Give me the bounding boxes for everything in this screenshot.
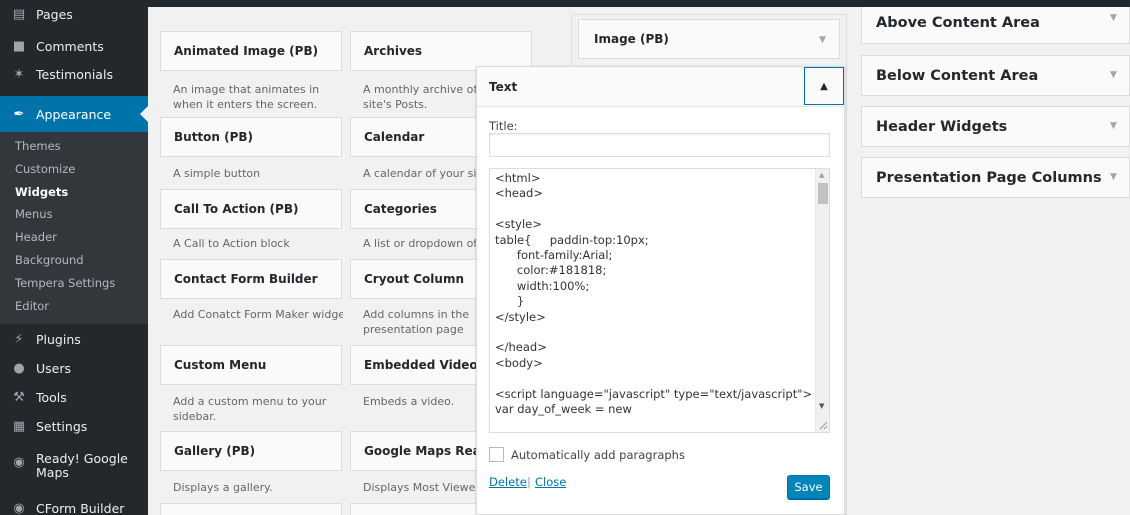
sidebar-item-label: Users — [36, 360, 72, 376]
widget-title: Archives — [364, 44, 423, 58]
pages-icon: ▤ — [12, 6, 26, 22]
widget-description: Add Conatct Form Maker widget. — [173, 308, 343, 321]
sidebar-title: Above Content Area — [876, 15, 1040, 31]
collapse-toggle-button[interactable]: ▲ — [804, 67, 844, 105]
close-link[interactable]: Close — [535, 475, 566, 489]
widget-next[interactable] — [160, 503, 342, 515]
submenu-item-widgets[interactable]: Widgets — [15, 185, 68, 199]
autop-checkbox[interactable] — [489, 447, 504, 462]
resize-grip-icon[interactable] — [818, 420, 828, 430]
scroll-up-icon[interactable]: ▲ — [819, 171, 824, 179]
widget-title: Custom Menu — [174, 358, 267, 372]
widget-title: Contact Form Builder — [174, 272, 318, 286]
submenu-item-themes[interactable]: Themes — [15, 139, 61, 153]
testimonials-icon: ✶ — [13, 66, 25, 82]
title-input[interactable] — [489, 133, 830, 157]
chevron-down-icon[interactable]: ▼ — [819, 35, 826, 45]
sidebar-item-label: Appearance — [36, 106, 112, 122]
chevron-down-icon[interactable]: ▼ — [1110, 121, 1117, 131]
tools-icon: ⚒ — [13, 389, 25, 405]
widget-title: Categories — [364, 202, 437, 216]
text-widget-panel: Text ▲ Title: <html> <head> <style> tabl… — [476, 66, 845, 515]
scroll-down-icon[interactable]: ▼ — [819, 402, 824, 410]
widget-description: An image that animates in when it enters… — [173, 83, 320, 111]
sidebar-presentation-page-columns[interactable]: Presentation Page Columns ▼ — [861, 157, 1130, 198]
widget-call-to-action[interactable]: Call To Action (PB) — [160, 189, 342, 229]
widget-description: A simple button — [173, 167, 261, 180]
text-widget-header[interactable]: Text ▲ — [477, 67, 844, 107]
submenu-item-tempera-settings[interactable]: Tempera Settings — [15, 276, 115, 290]
chevron-up-icon: ▲ — [820, 80, 828, 92]
widget-description: Add a custom menu to your sidebar. — [173, 395, 327, 423]
sidebar-item-tools[interactable]: ⚒ Tools — [0, 383, 148, 411]
sidebar-item-label: Comments — [36, 38, 104, 54]
content-text: <html> <head> <style> table{ paddin-top:… — [495, 171, 813, 417]
widget-title: Cryout Column — [364, 272, 465, 286]
widget-archives[interactable]: Archives — [350, 31, 532, 71]
sidebar-item-label: Plugins — [36, 331, 81, 347]
widget-gallery[interactable]: Gallery (PB) — [160, 431, 342, 471]
scroll-thumb[interactable] — [818, 183, 828, 204]
cform-icon: ◉ — [13, 500, 25, 515]
sidebar-item-label: Testimonials — [36, 66, 113, 82]
text-widget-title: Text — [489, 80, 518, 94]
link-separator: | — [527, 475, 531, 489]
sidebar-item-settings[interactable]: ▦ Settings — [0, 412, 148, 440]
sidebar-title: Presentation Page Columns — [876, 170, 1102, 186]
widget-title: Gallery (PB) — [174, 444, 256, 458]
save-button[interactable]: Save — [787, 475, 830, 499]
sidebar-item-users[interactable]: ● Users — [0, 354, 148, 382]
widget-title: Calendar — [364, 130, 425, 144]
sidebar-item-cform-builder[interactable]: ◉ CForm Builder — [0, 498, 148, 515]
sidebar-item-plugins[interactable]: ⚡ Plugins — [0, 325, 148, 353]
widget-title: Button (PB) — [174, 130, 254, 144]
google-maps-icon: ◉ — [13, 454, 25, 470]
comments-icon: ■ — [12, 38, 26, 54]
widget-title: Call To Action (PB) — [174, 202, 299, 216]
widget-title: Animated Image (PB) — [174, 44, 319, 58]
sidebar-title: Below Content Area — [876, 68, 1039, 84]
sidebar-item-appearance[interactable]: ✒ Appearance — [0, 96, 148, 132]
sidebar-item-label: Ready! Google Maps — [36, 451, 128, 480]
widget-button[interactable]: Button (PB) — [160, 117, 342, 157]
sidebar-below-content-area[interactable]: Below Content Area ▼ — [861, 55, 1130, 96]
widget-contact-form-builder[interactable]: Contact Form Builder — [160, 259, 342, 299]
sidebar-item-google-maps[interactable]: ◉ Ready! Google Maps — [0, 449, 148, 491]
widget-custom-menu[interactable]: Custom Menu — [160, 345, 342, 385]
sidebar-item-label: Tools — [36, 389, 67, 405]
plugins-icon: ⚡ — [14, 331, 24, 347]
chevron-down-icon[interactable]: ▼ — [1110, 70, 1117, 80]
admin-sidebar: ▤ Pages ■ Comments ✶ Testimonials ✒ Appe… — [0, 0, 148, 515]
sidebar-title: Header Widgets — [876, 119, 1008, 135]
widget-description: A Call to Action block — [173, 237, 290, 250]
admin-bar — [0, 0, 1130, 7]
title-label: Title: — [489, 119, 518, 133]
textarea-scrollbar[interactable]: ▲ ▼ — [815, 169, 829, 432]
widget-description: Displays a gallery. — [173, 481, 273, 494]
submenu-item-customize[interactable]: Customize — [15, 162, 75, 176]
submenu-item-editor[interactable]: Editor — [15, 299, 49, 313]
submenu-item-background[interactable]: Background — [15, 253, 84, 267]
widget-title: Image (PB) — [594, 32, 669, 46]
sidebar-item-label: Pages — [36, 6, 73, 22]
sidebar-widget-image[interactable]: Image (PB) ▼ — [578, 19, 840, 59]
delete-link[interactable]: Delete — [489, 475, 527, 489]
sidebar-item-comments[interactable]: ■ Comments — [0, 33, 148, 59]
sidebar-item-testimonials[interactable]: ✶ Testimonials — [0, 61, 148, 87]
sidebar-item-label: Settings — [36, 418, 88, 434]
widget-animated-image[interactable]: Animated Image (PB) — [160, 31, 342, 71]
submenu-item-menus[interactable]: Menus — [15, 207, 53, 221]
submenu-item-header[interactable]: Header — [15, 230, 57, 244]
settings-icon: ▦ — [12, 418, 26, 434]
appearance-submenu: Themes Customize Widgets Menus Header Ba… — [0, 132, 148, 324]
chevron-down-icon[interactable]: ▼ — [1110, 13, 1117, 23]
content-textarea[interactable]: <html> <head> <style> table{ paddin-top:… — [489, 168, 830, 433]
chevron-down-icon[interactable]: ▼ — [1110, 172, 1117, 182]
users-icon: ● — [13, 360, 25, 376]
sidebar-header-widgets[interactable]: Header Widgets ▼ — [861, 106, 1130, 147]
sidebar-item-label: CForm Builder — [36, 500, 125, 515]
autop-label: Automatically add paragraphs — [511, 448, 685, 462]
appearance-icon: ✒ — [13, 106, 25, 122]
